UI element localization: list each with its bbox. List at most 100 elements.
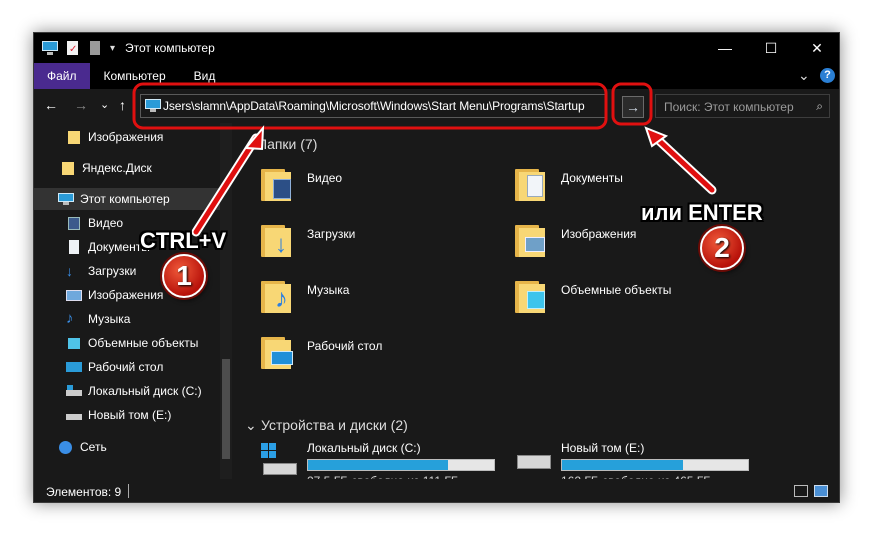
drive-icon bbox=[66, 384, 82, 398]
folder-tile-music[interactable]: ♪ Музыка bbox=[261, 277, 349, 317]
video-icon bbox=[66, 216, 82, 230]
navigation-bar: ← → ⌄ ↑ Jsers\slamn\AppData\Roaming\Micr… bbox=[34, 89, 839, 123]
sidebar-item-music[interactable]: ♪ Музыка bbox=[34, 308, 222, 330]
windows-drive-icon bbox=[259, 441, 299, 477]
sidebar-item-yandex-disk[interactable]: Яндекс.Диск bbox=[34, 157, 222, 179]
details-view-icon[interactable] bbox=[794, 485, 808, 497]
back-button[interactable]: ← bbox=[44, 97, 58, 113]
sidebar-item-drive-c[interactable]: Локальный диск (C:) bbox=[34, 380, 222, 402]
drive-usage-bar bbox=[307, 459, 495, 471]
sidebar-item-label: Яндекс.Диск bbox=[82, 161, 152, 175]
ribbon-tabs: Файл Компьютер Вид ⌄ ? bbox=[34, 63, 839, 89]
folder-label: Документы bbox=[561, 171, 623, 185]
desktop-icon bbox=[66, 360, 82, 374]
music-folder-icon: ♪ bbox=[261, 277, 293, 317]
folder-label: Изображения bbox=[561, 227, 637, 241]
drives-group-chevron-icon[interactable]: ⌄ bbox=[245, 417, 257, 434]
quick-access-dropdown-icon[interactable]: ▾ bbox=[110, 43, 115, 54]
sidebar-item-label: Рабочий стол bbox=[88, 360, 164, 374]
tab-computer[interactable]: Компьютер bbox=[90, 63, 180, 89]
drive-usage-bar bbox=[561, 459, 749, 471]
folder-tile-3d-objects[interactable]: Объемные объекты bbox=[515, 277, 671, 317]
folder-tile-desktop[interactable]: Рабочий стол bbox=[261, 333, 382, 373]
folder-label: Рабочий стол bbox=[307, 339, 383, 353]
new-folder-quick-icon[interactable] bbox=[88, 41, 102, 55]
sidebar-item-3d-objects[interactable]: Объемные объекты bbox=[34, 332, 222, 354]
folder-tile-downloads[interactable]: ↓ Загрузки bbox=[261, 221, 355, 261]
downloads-folder-icon: ↓ bbox=[261, 221, 293, 261]
video-folder-icon bbox=[261, 165, 293, 205]
items-count: Элементов: 9 bbox=[46, 485, 122, 499]
content-pane: Папки (7) Видео Документы ↓ Загрузки Изо… bbox=[237, 123, 839, 488]
folder-tile-pictures[interactable]: Изображения bbox=[515, 221, 636, 261]
close-button[interactable]: ✕ bbox=[794, 33, 839, 63]
maximize-button[interactable]: ☐ bbox=[748, 33, 794, 63]
address-bar[interactable]: Jsers\slamn\AppData\Roaming\Microsoft\Wi… bbox=[140, 94, 606, 118]
sidebar-item-label: Загрузки bbox=[88, 264, 137, 278]
folder-label: Музыка bbox=[307, 283, 350, 297]
drive-icon bbox=[513, 441, 553, 477]
document-icon bbox=[66, 240, 82, 254]
navigation-pane: Изображения Яндекс.Диск Этот компьютер В… bbox=[34, 123, 234, 479]
search-placeholder: Поиск: Этот компьютер bbox=[664, 100, 794, 114]
sidebar-item-drive-e[interactable]: Новый том (E:) bbox=[34, 404, 222, 426]
step-2-label: или ENTER bbox=[641, 200, 763, 225]
music-icon: ♪ bbox=[66, 310, 74, 327]
tab-view[interactable]: Вид bbox=[180, 63, 230, 89]
3d-objects-folder-icon bbox=[515, 277, 547, 317]
status-divider bbox=[128, 484, 129, 498]
pictures-folder-icon bbox=[515, 221, 547, 261]
folder-icon bbox=[60, 161, 76, 175]
drive-label: Новый том (E:) bbox=[561, 441, 645, 455]
sidebar-item-label: Изображения bbox=[88, 288, 164, 302]
properties-quick-icon[interactable]: ✓ bbox=[66, 41, 80, 55]
help-icon[interactable]: ? bbox=[820, 68, 835, 83]
sidebar-item-this-pc[interactable]: Этот компьютер bbox=[34, 188, 222, 210]
sidebar-item-label: Сеть bbox=[80, 440, 107, 454]
sidebar-item-pictures-pinned[interactable]: Изображения bbox=[34, 126, 222, 148]
image-icon bbox=[66, 288, 82, 302]
folder-tile-video[interactable]: Видео bbox=[261, 165, 342, 205]
search-icon: ⌕ bbox=[816, 99, 823, 113]
sidebar-item-desktop[interactable]: Рабочий стол bbox=[34, 356, 222, 378]
folders-group-header[interactable]: Папки (7) bbox=[257, 136, 317, 152]
drive-usage-fill bbox=[562, 460, 683, 470]
tab-file[interactable]: Файл bbox=[34, 63, 90, 89]
sidebar-item-label: Локальный диск (C:) bbox=[88, 384, 202, 398]
folder-label: Загрузки bbox=[307, 227, 356, 241]
up-button[interactable]: ↑ bbox=[119, 97, 126, 113]
sidebar-scrollbar[interactable] bbox=[220, 123, 232, 479]
sidebar-item-network[interactable]: Сеть bbox=[34, 436, 222, 458]
sidebar-scrollbar-thumb[interactable] bbox=[222, 359, 230, 459]
network-icon bbox=[58, 440, 74, 454]
go-button[interactable]: → bbox=[622, 96, 644, 118]
ribbon-expand-icon[interactable]: ⌄ bbox=[798, 67, 810, 84]
computer-icon bbox=[42, 41, 58, 55]
title-bar: ✓ ▾ Этот компьютер — ☐ ✕ bbox=[34, 33, 839, 63]
sidebar-item-label: Изображения bbox=[88, 130, 164, 144]
drive-icon bbox=[66, 408, 82, 422]
drive-label: Локальный диск (C:) bbox=[307, 441, 421, 455]
sidebar-item-label: Этот компьютер bbox=[80, 192, 170, 206]
sidebar-item-label: Музыка bbox=[88, 312, 131, 326]
forward-button[interactable]: → bbox=[74, 97, 88, 113]
step-1-badge: 1 bbox=[162, 254, 206, 298]
sidebar-item-label: Новый том (E:) bbox=[88, 408, 172, 422]
status-bar: Элементов: 9 bbox=[34, 479, 839, 502]
drives-group-header[interactable]: Устройства и диски (2) bbox=[261, 417, 408, 433]
folder-tile-documents[interactable]: Документы bbox=[515, 165, 623, 205]
drive-usage-fill bbox=[308, 460, 448, 470]
folder-icon bbox=[66, 130, 82, 144]
address-path[interactable]: Jsers\slamn\AppData\Roaming\Microsoft\Wi… bbox=[163, 99, 585, 113]
large-icons-view-icon[interactable] bbox=[814, 485, 828, 497]
minimize-button[interactable]: — bbox=[702, 33, 748, 63]
window-title: Этот компьютер bbox=[125, 41, 215, 55]
sidebar-item-label: Видео bbox=[88, 216, 124, 230]
sidebar-item-label: Объемные объекты bbox=[88, 336, 199, 350]
recent-locations-icon[interactable]: ⌄ bbox=[100, 97, 109, 113]
computer-icon bbox=[145, 99, 161, 112]
computer-icon bbox=[58, 192, 74, 206]
step-1-label: CTRL+V bbox=[140, 228, 227, 253]
download-icon: ↓ bbox=[66, 263, 73, 279]
search-input[interactable]: Поиск: Этот компьютер ⌕ bbox=[655, 94, 830, 118]
